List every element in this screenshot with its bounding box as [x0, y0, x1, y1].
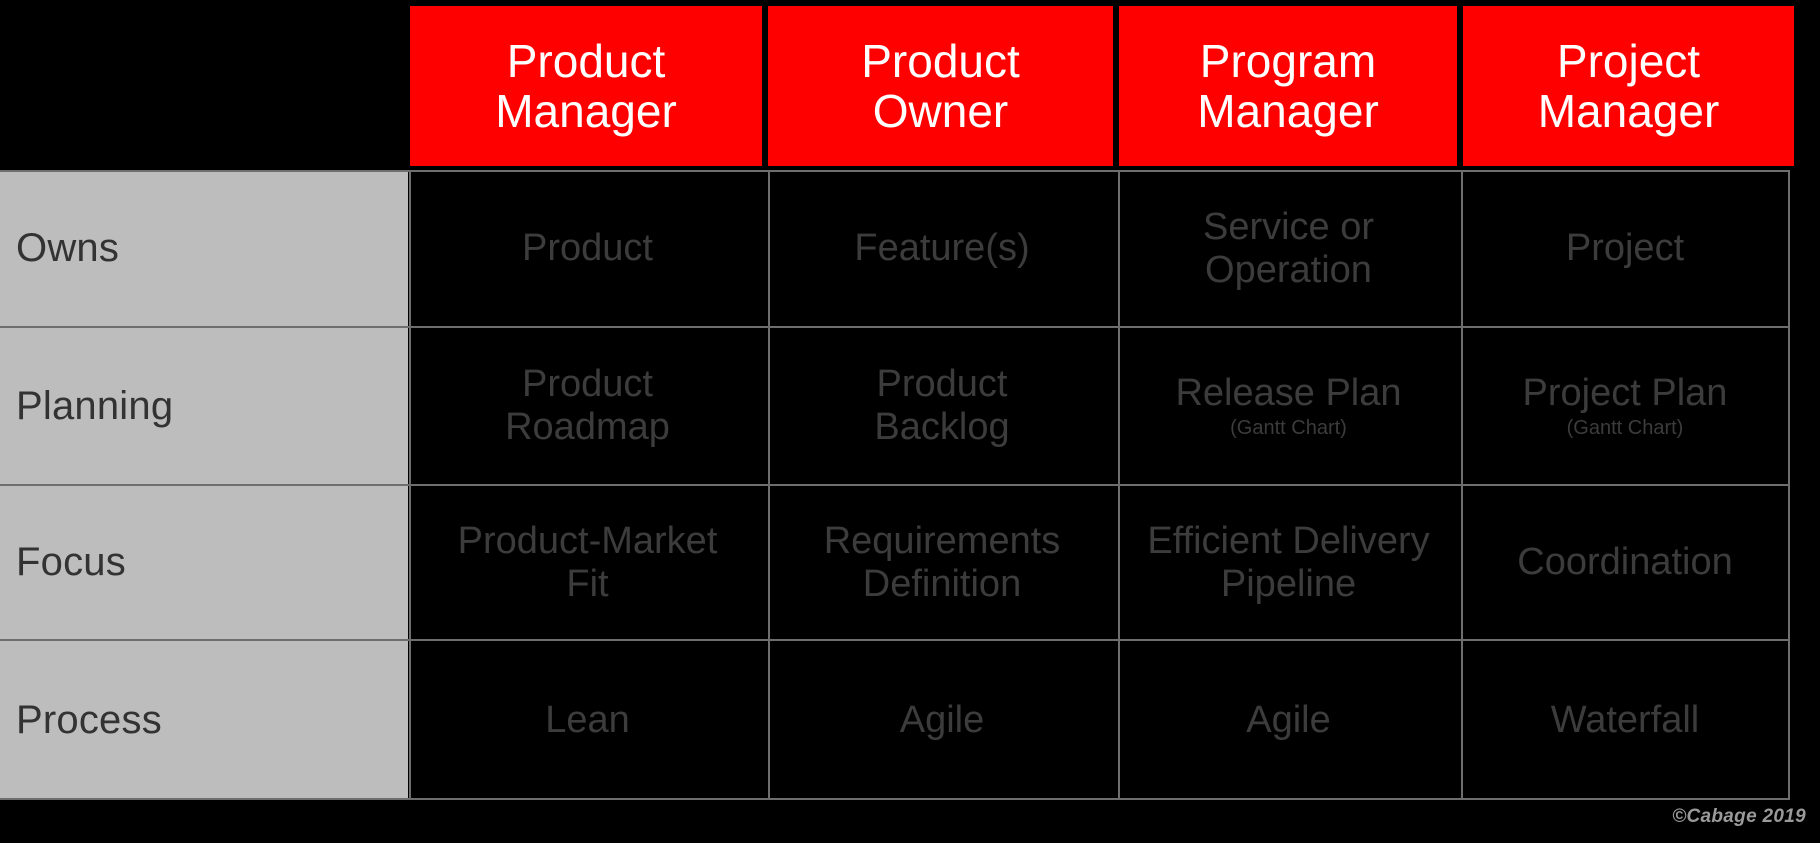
column-header-product-manager: Product Manager — [410, 6, 762, 166]
cell-line1: Requirements — [823, 519, 1061, 562]
cell-subtext: (Gantt Chart) — [1230, 417, 1347, 440]
cell-subtext: (Gantt Chart) — [1566, 417, 1684, 440]
cell-line1: Product — [876, 363, 1008, 406]
row-label-planning: Planning — [0, 327, 408, 485]
cell-planning-product-manager: Product Roadmap — [408, 327, 767, 485]
cell-planning-project-manager: Project Plan (Gantt Chart) — [1460, 327, 1790, 485]
row-label-text: Process — [16, 697, 162, 742]
table-row: Owns Product Feature(s) Service or Opera… — [0, 170, 1790, 327]
cell-line1: Product-Market — [457, 519, 718, 562]
column-header-program-manager: Program Manager — [1119, 6, 1457, 166]
cell-line1: Efficient Delivery — [1147, 519, 1430, 562]
table-row: Planning Product Roadmap Product Backlog… — [0, 327, 1790, 485]
grid-line-horizontal — [0, 639, 1790, 641]
table-row: Focus Product-Market Fit Requirements De… — [0, 485, 1790, 640]
cell-line1: Release Plan — [1175, 371, 1402, 414]
column-header-text: Product Owner — [861, 36, 1020, 136]
cell-focus-project-manager: Coordination — [1460, 485, 1790, 640]
row-label-text: Owns — [16, 226, 120, 270]
cell-owns-project-manager: Project — [1460, 170, 1790, 327]
cell-process-project-manager: Waterfall — [1460, 640, 1790, 800]
cell-line2: Backlog — [874, 406, 1010, 448]
row-label-owns: Owns — [0, 170, 408, 327]
cell-planning-program-manager: Release Plan (Gantt Chart) — [1117, 327, 1460, 485]
column-header-line1: Program — [1199, 34, 1377, 87]
column-header-line2: Manager — [1197, 85, 1379, 137]
cell-line1: Product — [522, 227, 653, 270]
column-header-line1: Project — [1556, 34, 1701, 87]
cell-focus-product-owner: Requirements Definition — [767, 485, 1117, 640]
cell-line1: Agile — [1246, 698, 1331, 741]
cell-process-program-manager: Agile — [1117, 640, 1460, 800]
cell-owns-product-manager: Product — [408, 170, 767, 327]
cell-line2: Definition — [862, 562, 1022, 605]
grid-line-vertical — [1788, 170, 1790, 800]
column-header-line2: Owner — [872, 85, 1009, 137]
column-header-text: Program Manager — [1197, 36, 1379, 136]
column-header-product-owner: Product Owner — [768, 6, 1113, 166]
column-header-text: Project Manager — [1538, 36, 1720, 136]
cell-process-product-owner: Agile — [767, 640, 1117, 800]
grid-line-vertical — [1118, 170, 1120, 800]
cell-line1: Service or — [1202, 205, 1375, 248]
cell-owns-product-owner: Feature(s) — [767, 170, 1117, 327]
cell-line1: Lean — [545, 698, 630, 741]
cell-line2: Fit — [566, 562, 609, 605]
grid-line-horizontal — [0, 484, 1790, 486]
cell-line2: Roadmap — [505, 406, 670, 448]
cell-line1: Waterfall — [1550, 698, 1700, 741]
grid-line-horizontal — [0, 326, 1790, 328]
cell-line1: Product — [522, 363, 653, 406]
row-label-text: Focus — [16, 540, 126, 584]
comparison-table-slide: Product Manager Product Owner Program Ma… — [0, 0, 1820, 843]
column-header-project-manager: Project Manager — [1463, 6, 1794, 166]
cell-line2: Operation — [1205, 248, 1372, 291]
cell-focus-program-manager: Efficient Delivery Pipeline — [1117, 485, 1460, 640]
grid-line-vertical — [409, 170, 411, 800]
cell-line2: Pipeline — [1220, 562, 1357, 605]
grid-line-vertical — [768, 170, 770, 800]
column-header-line2: Manager — [1537, 85, 1720, 137]
cell-focus-product-manager: Product-Market Fit — [408, 485, 767, 640]
cell-line1: Agile — [899, 698, 985, 741]
row-label-process: Process — [0, 640, 408, 800]
cell-line1: Project Plan — [1522, 371, 1728, 414]
table-row: Process Lean Agile Agile Waterfall — [0, 640, 1790, 800]
table-header-row: Product Manager Product Owner Program Ma… — [410, 6, 1794, 166]
column-header-line2: Manager — [495, 85, 677, 137]
cell-line1: Feature(s) — [854, 227, 1030, 270]
cell-process-product-manager: Lean — [408, 640, 767, 800]
grid-line-vertical — [1461, 170, 1463, 800]
row-label-text: Planning — [16, 383, 174, 428]
grid-line-horizontal — [0, 170, 1790, 172]
column-header-line1: Product — [861, 34, 1020, 87]
copyright-credit: ©Cabage 2019 — [1672, 806, 1806, 827]
cell-planning-product-owner: Product Backlog — [767, 327, 1117, 485]
column-header-text: Product Manager — [495, 36, 677, 136]
row-label-focus: Focus — [0, 485, 408, 640]
cell-line1: Coordination — [1517, 541, 1733, 584]
grid-line-horizontal — [0, 798, 1790, 800]
cell-line1: Project — [1565, 227, 1685, 270]
table-body: Owns Product Feature(s) Service or Opera… — [0, 170, 1790, 800]
cell-owns-program-manager: Service or Operation — [1117, 170, 1460, 327]
column-header-line1: Product — [506, 34, 666, 87]
